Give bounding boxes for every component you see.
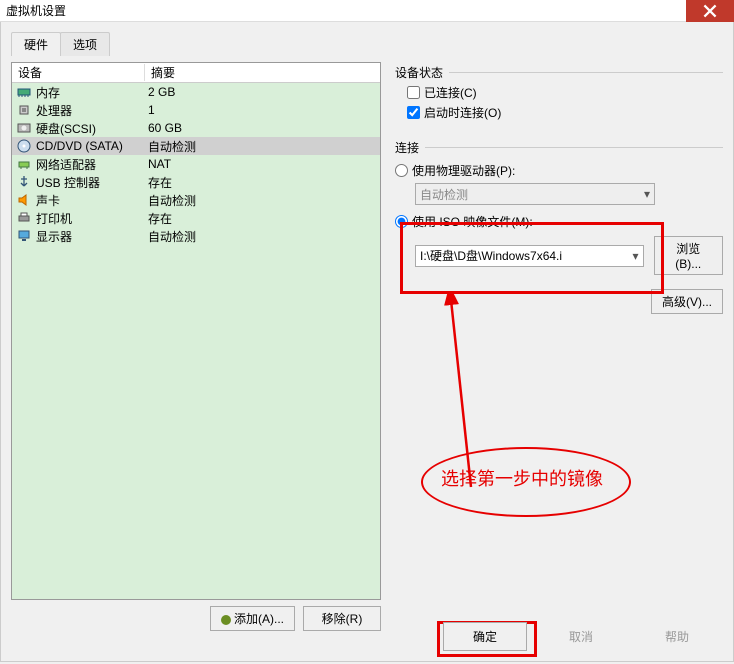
chevron-down-icon[interactable]: ▾ bbox=[632, 249, 638, 263]
device-summary: 60 GB bbox=[148, 121, 380, 135]
close-button[interactable] bbox=[686, 0, 734, 22]
cancel-button[interactable]: 取消 bbox=[539, 623, 623, 650]
device-summary: 2 GB bbox=[148, 85, 380, 99]
iso-radio[interactable] bbox=[395, 215, 408, 228]
iso-path-value: I:\硬盘\D盘\Windows7x64.i bbox=[420, 247, 562, 264]
device-name: CD/DVD (SATA) bbox=[36, 139, 148, 153]
device-name: 显示器 bbox=[36, 228, 148, 245]
hdd-icon bbox=[16, 121, 32, 135]
header-device: 设备 bbox=[12, 64, 145, 81]
left-panel: 设备 摘要 内存2 GB处理器1硬盘(SCSI)60 GBCD/DVD (SAT… bbox=[11, 62, 381, 631]
device-name: 声卡 bbox=[36, 192, 148, 209]
net-icon bbox=[16, 157, 32, 171]
memory-icon bbox=[16, 85, 32, 99]
device-summary: 自动检测 bbox=[148, 138, 380, 155]
device-summary: 1 bbox=[148, 103, 380, 117]
device-row[interactable]: USB 控制器存在 bbox=[12, 173, 380, 191]
device-summary: NAT bbox=[148, 157, 380, 171]
printer-icon bbox=[16, 211, 32, 225]
device-row[interactable]: 硬盘(SCSI)60 GB bbox=[12, 119, 380, 137]
device-row[interactable]: 打印机存在 bbox=[12, 209, 380, 227]
poweron-label: 启动时连接(O) bbox=[424, 104, 501, 121]
right-panel: 设备状态 已连接(C) 启动时连接(O) 连接 使用物理驱动器(P): 自动检测… bbox=[395, 62, 723, 631]
device-name: 打印机 bbox=[36, 210, 148, 227]
device-name: 处理器 bbox=[36, 102, 148, 119]
chevron-down-icon: ▾ bbox=[644, 187, 650, 201]
device-row[interactable]: 内存2 GB bbox=[12, 83, 380, 101]
remove-button[interactable]: 移除(R) bbox=[303, 606, 381, 631]
close-icon bbox=[703, 4, 717, 18]
iso-label: 使用 ISO 映像文件(M): bbox=[412, 213, 533, 230]
tab-hardware[interactable]: 硬件 bbox=[11, 32, 61, 56]
usb-icon bbox=[16, 175, 32, 189]
connected-label: 已连接(C) bbox=[424, 84, 477, 101]
tab-options[interactable]: 选项 bbox=[60, 32, 110, 56]
physical-label: 使用物理驱动器(P): bbox=[412, 162, 515, 179]
device-row[interactable]: 网络适配器NAT bbox=[12, 155, 380, 173]
device-row[interactable]: 声卡自动检测 bbox=[12, 191, 380, 209]
device-summary: 存在 bbox=[148, 174, 380, 191]
device-name: 硬盘(SCSI) bbox=[36, 120, 148, 137]
poweron-checkbox[interactable] bbox=[407, 106, 420, 119]
ok-button[interactable]: 确定 bbox=[443, 622, 527, 651]
connection-title: 连接 bbox=[395, 139, 419, 156]
add-button[interactable]: 添加(A)... bbox=[210, 606, 295, 631]
device-row[interactable]: CD/DVD (SATA)自动检测 bbox=[12, 137, 380, 155]
help-button[interactable]: 帮助 bbox=[635, 623, 719, 650]
cpu-icon bbox=[16, 103, 32, 117]
window-body: 硬件 选项 设备 摘要 内存2 GB处理器1硬盘(SCSI)60 GBCD/DV… bbox=[0, 22, 734, 662]
device-summary: 存在 bbox=[148, 210, 380, 227]
physical-select: 自动检测 ▾ bbox=[415, 183, 655, 205]
footer: 确定 取消 帮助 bbox=[443, 622, 719, 651]
device-name: 网络适配器 bbox=[36, 156, 148, 173]
header-summary: 摘要 bbox=[145, 64, 380, 81]
device-header: 设备 摘要 bbox=[12, 63, 380, 83]
device-summary: 自动检测 bbox=[148, 192, 380, 209]
device-row[interactable]: 处理器1 bbox=[12, 101, 380, 119]
physical-radio[interactable] bbox=[395, 164, 408, 177]
device-name: USB 控制器 bbox=[36, 174, 148, 191]
tab-bar: 硬件 选项 bbox=[11, 32, 723, 56]
connected-checkbox[interactable] bbox=[407, 86, 420, 99]
window-title: 虚拟机设置 bbox=[6, 2, 66, 19]
cd-icon bbox=[16, 139, 32, 153]
titlebar: 虚拟机设置 bbox=[0, 0, 734, 22]
device-rows: 内存2 GB处理器1硬盘(SCSI)60 GBCD/DVD (SATA)自动检测… bbox=[12, 83, 380, 599]
advanced-button[interactable]: 高级(V)... bbox=[651, 289, 723, 314]
browse-button[interactable]: 浏览(B)... bbox=[654, 236, 724, 275]
iso-path-select[interactable]: I:\硬盘\D盘\Windows7x64.i ▾ bbox=[415, 245, 644, 267]
status-title: 设备状态 bbox=[395, 64, 443, 81]
device-table: 设备 摘要 内存2 GB处理器1硬盘(SCSI)60 GBCD/DVD (SAT… bbox=[11, 62, 381, 600]
display-icon bbox=[16, 229, 32, 243]
device-name: 内存 bbox=[36, 84, 148, 101]
device-summary: 自动检测 bbox=[148, 228, 380, 245]
sound-icon bbox=[16, 193, 32, 207]
device-row[interactable]: 显示器自动检测 bbox=[12, 227, 380, 245]
